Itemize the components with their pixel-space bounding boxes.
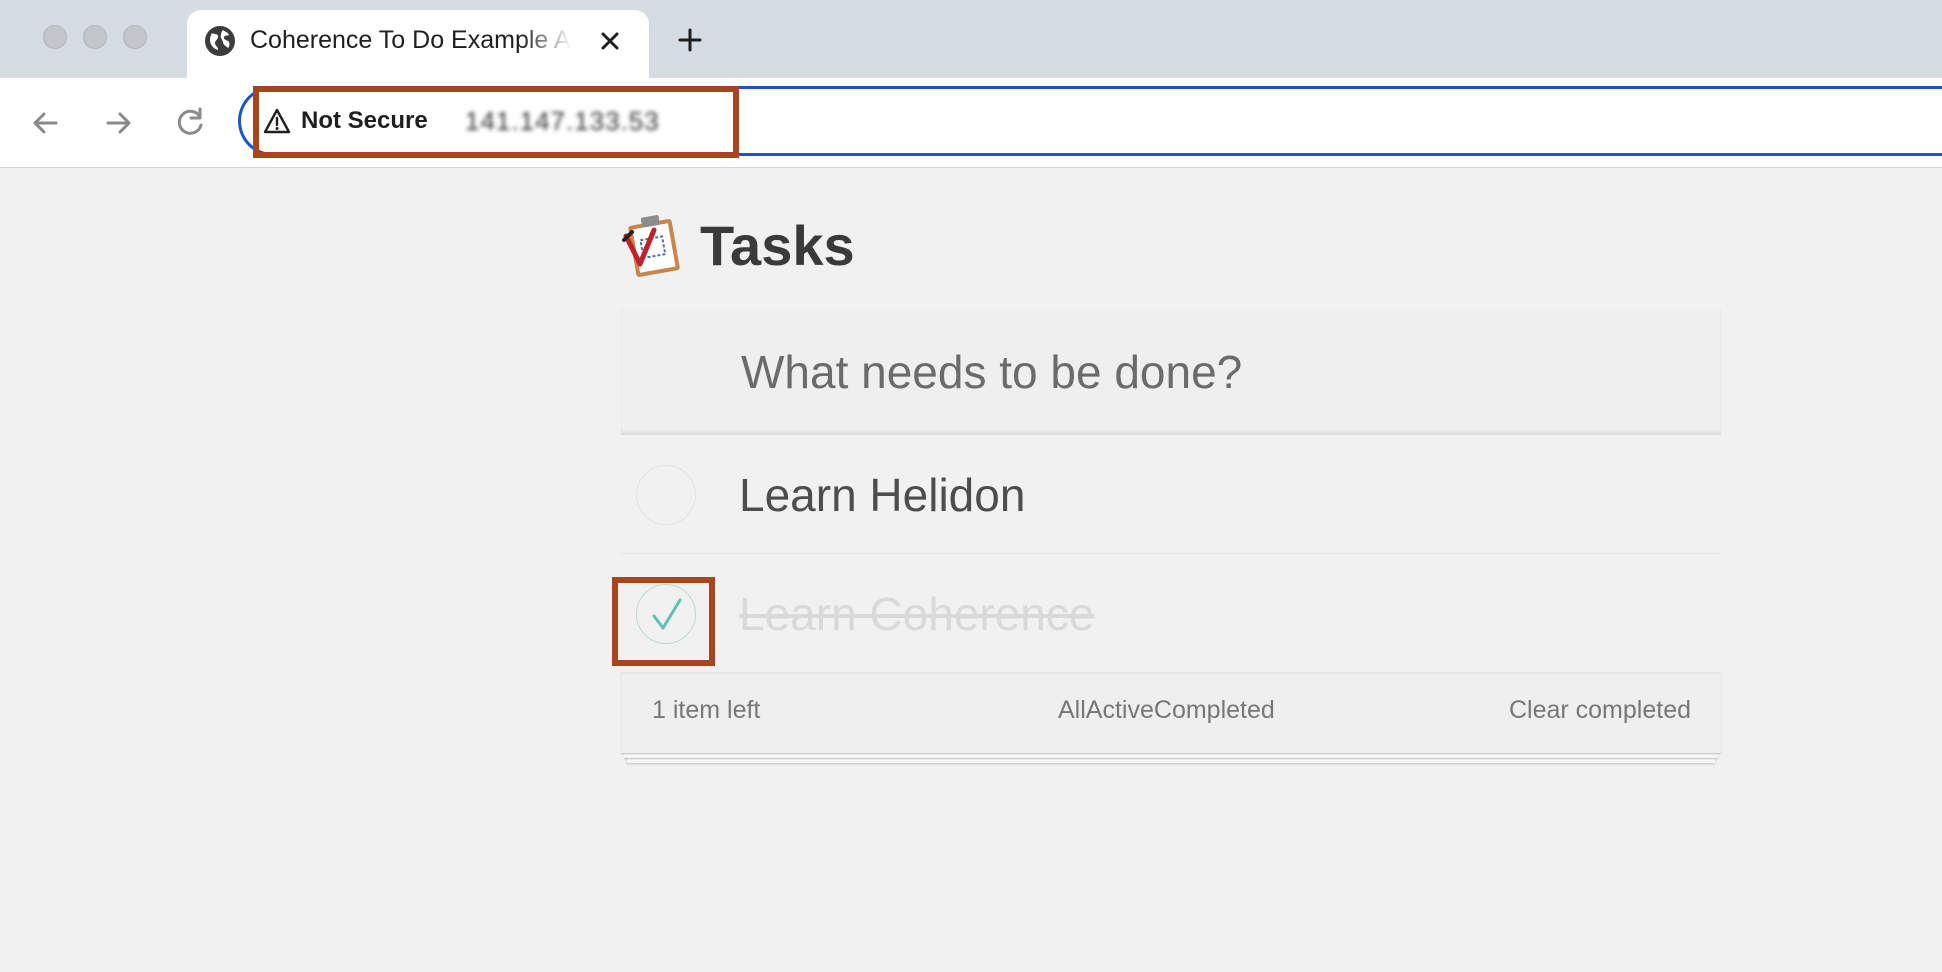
close-icon[interactable] [595, 26, 625, 56]
tab-title: Coherence To Do Example App [250, 26, 572, 54]
not-secure-label: Not Secure [301, 107, 428, 134]
tab-strip: Coherence To Do Example App [0, 0, 1942, 78]
browser-tab-active[interactable]: Coherence To Do Example App [187, 10, 649, 78]
clear-completed-button[interactable]: Clear completed [1509, 696, 1691, 725]
warning-triangle-icon [263, 108, 291, 134]
security-indicator[interactable]: Not Secure [263, 103, 428, 139]
plus-icon[interactable] [670, 20, 710, 60]
filter-active-link[interactable]: Active [1086, 696, 1154, 725]
todo-label-completed[interactable]: Learn Coherence [739, 584, 1094, 644]
todo-toggle-checkbox[interactable] [636, 465, 696, 525]
address-bar[interactable]: Not Secure 141.147.133.53 [238, 86, 1942, 156]
filter-links: All Active Completed [1058, 696, 1275, 725]
page-content: Tasks Learn Helidon Learn Coherence 1 it… [0, 168, 1942, 972]
todo-label[interactable]: Learn Helidon [739, 465, 1025, 525]
url-text[interactable]: 141.147.133.53 [465, 103, 660, 139]
globe-icon [205, 26, 235, 56]
todo-card: Learn Helidon Learn Coherence 1 item lef… [621, 309, 1721, 753]
todo-item: Learn Helidon [621, 435, 1721, 554]
filter-all-link[interactable]: All [1058, 696, 1086, 725]
todo-footer: 1 item left All Active Completed Clear c… [621, 673, 1721, 753]
clipboard-check-icon [622, 215, 680, 277]
new-todo-row [621, 309, 1721, 435]
window-close-button[interactable] [43, 25, 67, 49]
items-left-count: 1 item left [652, 696, 761, 724]
browser-window: Coherence To Do Example App Not Secure 1… [0, 0, 1942, 972]
new-todo-input[interactable] [739, 339, 1703, 405]
todo-toggle-checkbox-checked[interactable] [636, 584, 696, 644]
reload-icon[interactable] [170, 103, 210, 143]
page-title: Tasks [700, 213, 855, 277]
checkmark-icon [652, 598, 682, 630]
todo-item-completed: Learn Coherence [621, 554, 1721, 673]
arrow-right-icon[interactable] [98, 103, 138, 143]
browser-toolbar: Not Secure 141.147.133.53 [0, 78, 1942, 168]
filter-completed-link[interactable]: Completed [1154, 696, 1275, 725]
arrow-left-icon[interactable] [26, 103, 66, 143]
window-minimize-button[interactable] [83, 25, 107, 49]
window-maximize-button[interactable] [123, 25, 147, 49]
app-header: Tasks [620, 205, 855, 285]
